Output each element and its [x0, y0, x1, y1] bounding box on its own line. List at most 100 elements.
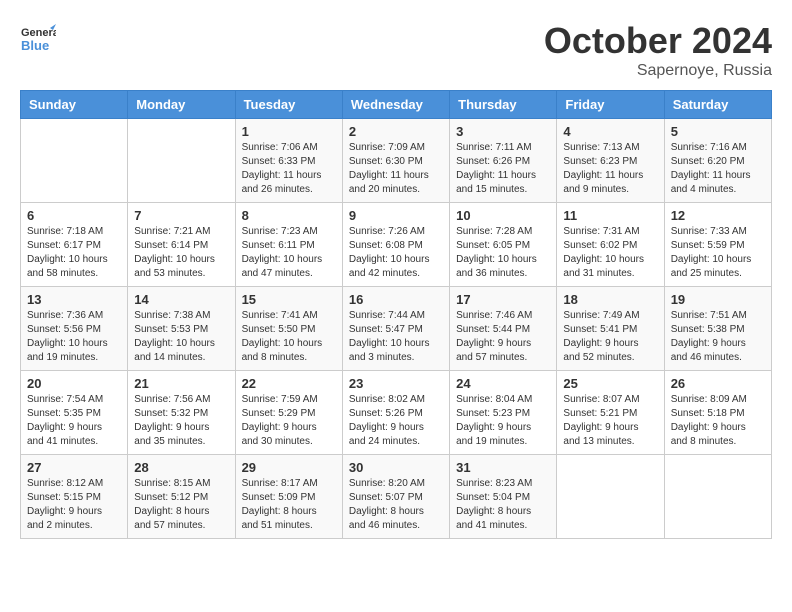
week-row-2: 6 Sunrise: 7:18 AMSunset: 6:17 PMDaylight… [21, 203, 772, 287]
day-number: 14 [134, 292, 228, 307]
day-cell: 21Sunrise: 7:56 AMSunset: 5:32 PMDayligh… [128, 371, 235, 455]
day-number: 27 [27, 460, 121, 475]
day-info: Sunrise: 8:17 AMSunset: 5:09 PMDaylight:… [242, 477, 336, 533]
day-info: Sunrise: 7:06 AMSunset: 6:33 PMDaylight:… [242, 141, 336, 197]
week-row-3: 13 Sunrise: 7:36 AMSunset: 5:56 PMDayligh… [21, 287, 772, 371]
day-cell: 24Sunrise: 8:04 AMSunset: 5:23 PMDayligh… [450, 371, 557, 455]
day-cell: 7 Sunrise: 7:21 AMSunset: 6:14 PMDaylight… [128, 203, 235, 287]
day-cell: 8 Sunrise: 7:23 AMSunset: 6:11 PMDaylight… [235, 203, 342, 287]
month-title: October 2024 [544, 20, 772, 62]
day-number: 30 [349, 460, 443, 475]
day-cell: 3 Sunrise: 7:11 AMSunset: 6:26 PMDaylight… [450, 119, 557, 203]
day-info: Sunrise: 8:12 AMSunset: 5:15 PMDaylight:… [27, 477, 121, 533]
day-info: Sunrise: 7:16 AMSunset: 6:20 PMDaylight:… [671, 141, 765, 197]
day-number: 28 [134, 460, 228, 475]
page-header: General Blue October 2024 Sapernoye, Rus… [20, 20, 772, 80]
day-cell: 4 Sunrise: 7:13 AMSunset: 6:23 PMDaylight… [557, 119, 664, 203]
location-subtitle: Sapernoye, Russia [544, 62, 772, 80]
day-info: Sunrise: 7:11 AMSunset: 6:26 PMDaylight:… [456, 141, 550, 197]
day-cell: 30 Sunrise: 8:20 AMSunset: 5:07 PMDayligh… [342, 455, 449, 539]
day-info: Sunrise: 8:20 AMSunset: 5:07 PMDaylight:… [349, 477, 443, 533]
day-cell: 26 Sunrise: 8:09 AMSunset: 5:18 PMDayligh… [664, 371, 771, 455]
day-info: Sunrise: 7:33 AMSunset: 5:59 PMDaylight:… [671, 225, 765, 281]
day-info: Sunrise: 8:15 AMSunset: 5:12 PMDaylight:… [134, 477, 228, 533]
day-number: 12 [671, 208, 765, 223]
day-cell: 9Sunrise: 7:26 AMSunset: 6:08 PMDaylight… [342, 203, 449, 287]
day-number: 31 [456, 460, 550, 475]
day-header-thursday: Thursday [450, 91, 557, 119]
day-info: Sunrise: 7:54 AMSunset: 5:35 PMDaylight:… [27, 393, 121, 449]
day-cell: 18 Sunrise: 7:49 AMSunset: 5:41 PMDayligh… [557, 287, 664, 371]
day-info: Sunrise: 7:23 AMSunset: 6:11 PMDaylight:… [242, 225, 336, 281]
day-number: 26 [671, 376, 765, 391]
day-number: 25 [563, 376, 657, 391]
day-info: Sunrise: 7:21 AMSunset: 6:14 PMDaylight:… [134, 225, 228, 281]
day-cell: 13 Sunrise: 7:36 AMSunset: 5:56 PMDayligh… [21, 287, 128, 371]
day-number: 8 [242, 208, 336, 223]
day-number: 22 [242, 376, 336, 391]
day-header-wednesday: Wednesday [342, 91, 449, 119]
day-info: Sunrise: 8:23 AMSunset: 5:04 PMDaylight:… [456, 477, 550, 533]
day-cell: 5 Sunrise: 7:16 AMSunset: 6:20 PMDaylight… [664, 119, 771, 203]
svg-text:Blue: Blue [21, 38, 49, 53]
day-number: 13 [27, 292, 121, 307]
calendar-table: SundayMondayTuesdayWednesdayThursdayFrid… [20, 90, 772, 539]
day-cell: 28 Sunrise: 8:15 AMSunset: 5:12 PMDayligh… [128, 455, 235, 539]
day-number: 7 [134, 208, 228, 223]
day-number: 16 [349, 292, 443, 307]
day-cell: 10Sunrise: 7:28 AMSunset: 6:05 PMDayligh… [450, 203, 557, 287]
day-number: 11 [563, 208, 657, 223]
day-number: 18 [563, 292, 657, 307]
week-row-1: 1Sunrise: 7:06 AMSunset: 6:33 PMDaylight… [21, 119, 772, 203]
day-info: Sunrise: 7:44 AMSunset: 5:47 PMDaylight:… [349, 309, 443, 365]
day-cell [128, 119, 235, 203]
day-cell: 6 Sunrise: 7:18 AMSunset: 6:17 PMDaylight… [21, 203, 128, 287]
day-header-saturday: Saturday [664, 91, 771, 119]
week-row-5: 27 Sunrise: 8:12 AMSunset: 5:15 PMDayligh… [21, 455, 772, 539]
day-cell: 17Sunrise: 7:46 AMSunset: 5:44 PMDayligh… [450, 287, 557, 371]
day-number: 17 [456, 292, 550, 307]
day-number: 23 [349, 376, 443, 391]
day-info: Sunrise: 7:38 AMSunset: 5:53 PMDaylight:… [134, 309, 228, 365]
day-info: Sunrise: 7:36 AMSunset: 5:56 PMDaylight:… [27, 309, 121, 365]
day-number: 15 [242, 292, 336, 307]
day-cell [21, 119, 128, 203]
week-row-4: 20 Sunrise: 7:54 AMSunset: 5:35 PMDayligh… [21, 371, 772, 455]
day-cell [557, 455, 664, 539]
day-info: Sunrise: 7:59 AMSunset: 5:29 PMDaylight:… [242, 393, 336, 449]
day-info: Sunrise: 7:41 AMSunset: 5:50 PMDaylight:… [242, 309, 336, 365]
day-number: 6 [27, 208, 121, 223]
day-cell [664, 455, 771, 539]
logo: General Blue [20, 20, 56, 56]
day-cell: 27 Sunrise: 8:12 AMSunset: 5:15 PMDayligh… [21, 455, 128, 539]
day-info: Sunrise: 7:13 AMSunset: 6:23 PMDaylight:… [563, 141, 657, 197]
day-number: 19 [671, 292, 765, 307]
day-header-sunday: Sunday [21, 91, 128, 119]
day-info: Sunrise: 7:31 AMSunset: 6:02 PMDaylight:… [563, 225, 657, 281]
day-cell: 31 Sunrise: 8:23 AMSunset: 5:04 PMDayligh… [450, 455, 557, 539]
day-header-monday: Monday [128, 91, 235, 119]
day-number: 29 [242, 460, 336, 475]
day-header-tuesday: Tuesday [235, 91, 342, 119]
title-block: October 2024 Sapernoye, Russia [544, 20, 772, 80]
day-info: Sunrise: 7:09 AMSunset: 6:30 PMDaylight:… [349, 141, 443, 197]
day-cell: 11 Sunrise: 7:31 AMSunset: 6:02 PMDayligh… [557, 203, 664, 287]
day-cell: 23 Sunrise: 8:02 AMSunset: 5:26 PMDayligh… [342, 371, 449, 455]
day-info: Sunrise: 8:02 AMSunset: 5:26 PMDaylight:… [349, 393, 443, 449]
day-cell: 20 Sunrise: 7:54 AMSunset: 5:35 PMDayligh… [21, 371, 128, 455]
day-info: Sunrise: 7:18 AMSunset: 6:17 PMDaylight:… [27, 225, 121, 281]
day-number: 4 [563, 124, 657, 139]
day-cell: 16 Sunrise: 7:44 AMSunset: 5:47 PMDayligh… [342, 287, 449, 371]
day-cell: 12 Sunrise: 7:33 AMSunset: 5:59 PMDayligh… [664, 203, 771, 287]
day-info: Sunrise: 8:09 AMSunset: 5:18 PMDaylight:… [671, 393, 765, 449]
day-number: 5 [671, 124, 765, 139]
day-info: Sunrise: 7:49 AMSunset: 5:41 PMDaylight:… [563, 309, 657, 365]
day-cell: 25 Sunrise: 8:07 AMSunset: 5:21 PMDayligh… [557, 371, 664, 455]
day-info: Sunrise: 8:07 AMSunset: 5:21 PMDaylight:… [563, 393, 657, 449]
day-cell: 1Sunrise: 7:06 AMSunset: 6:33 PMDaylight… [235, 119, 342, 203]
day-info: Sunrise: 7:56 AMSunset: 5:32 PMDaylight:… [134, 393, 228, 449]
day-number: 2 [349, 124, 443, 139]
day-info: Sunrise: 8:04 AMSunset: 5:23 PMDaylight:… [456, 393, 550, 449]
day-number: 20 [27, 376, 121, 391]
day-number: 3 [456, 124, 550, 139]
